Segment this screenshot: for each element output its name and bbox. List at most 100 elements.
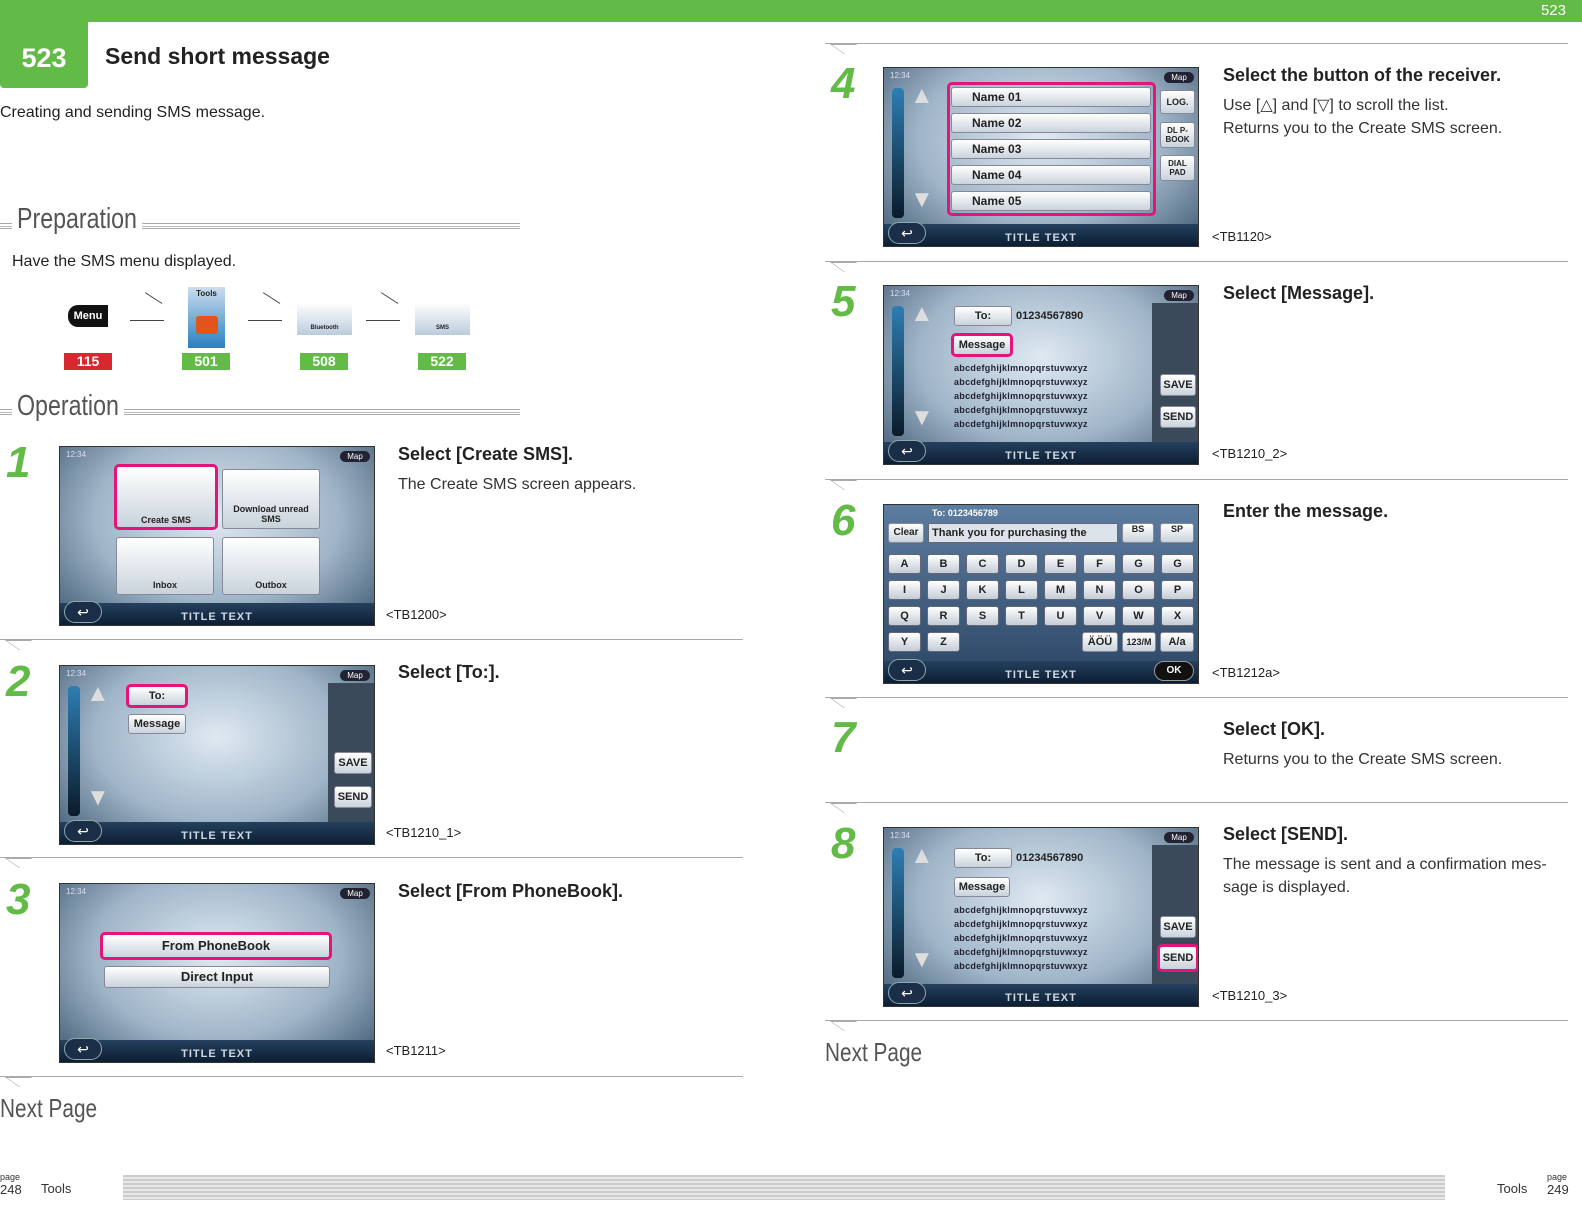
name-item: Name 01	[951, 87, 1151, 107]
message-button: Message	[954, 877, 1010, 897]
top-bar	[0, 0, 1582, 22]
screen-id: <TB1210_3>	[1212, 988, 1288, 1003]
keyboard-key: E	[1044, 554, 1077, 574]
screenshot-tb1212a: To: 0123456789 Clear Thank you for purch…	[883, 504, 1199, 684]
step-number: 5	[831, 277, 856, 326]
divider-notch	[4, 858, 46, 868]
keyboard-key: W	[1122, 606, 1155, 626]
screen-id: <TB1200>	[386, 607, 447, 622]
section-rule	[0, 409, 12, 415]
divider-notch	[829, 698, 871, 708]
screenshot-tb1210-3: 12:34 Map ▲ ▼ To: 01234567890 Message abcd…	[883, 827, 1199, 1007]
divider-notch	[4, 1077, 46, 1087]
divider	[0, 639, 743, 640]
keyboard-key: O	[1122, 580, 1155, 600]
step-number: 3	[6, 875, 31, 924]
keyboard-key: D	[1005, 554, 1038, 574]
outbox-button: Outbox	[222, 537, 320, 595]
page-title: Send short message	[105, 43, 330, 69]
divider	[825, 43, 1568, 44]
keyboard-key: Z	[927, 632, 960, 652]
step-heading: Enter the message.	[1223, 501, 1389, 521]
keyboard-key: C	[966, 554, 999, 574]
message-line: abcdefghijklmnopqrstuvwxyz	[954, 961, 1088, 971]
footer-left-page: page 248	[0, 1172, 22, 1197]
recipient-label: To: 0123456789	[932, 508, 998, 518]
step-body: Use [△] and [▽] to scroll the list.	[1223, 97, 1449, 114]
section-rule	[142, 223, 520, 229]
divider-notch	[829, 480, 871, 490]
message-line: abcdefghijklmnopqrstuvwxyz	[954, 919, 1088, 929]
keyboard-key: K	[966, 580, 999, 600]
screenshot-tb1210-2: 12:34 Map ▲ ▼ To: 01234567890 Message abcd…	[883, 285, 1199, 465]
divider	[825, 1020, 1568, 1021]
keyboard-key: M	[1044, 580, 1077, 600]
send-button: SEND	[1160, 406, 1196, 428]
section-rule	[124, 409, 520, 415]
chapter-badge: 523	[0, 22, 88, 88]
page-label: page	[0, 1172, 21, 1182]
divider	[0, 1076, 743, 1077]
step-body: sage is displayed.	[1223, 879, 1351, 896]
keyboard-key: L	[1005, 580, 1038, 600]
page-number: 249	[1547, 1182, 1569, 1197]
page-number: 248	[0, 1182, 22, 1197]
clock: 12:34	[890, 71, 911, 80]
screen-title: TITLE TEXT	[1005, 669, 1077, 681]
step-heading: Select [To:].	[398, 662, 500, 682]
map-button: Map	[340, 670, 370, 681]
screen-id: <TB1210_2>	[1212, 446, 1288, 461]
tools-icon-label: Tools	[196, 289, 217, 298]
keyboard-key: Y	[888, 632, 921, 652]
ref-badge: 508	[300, 353, 348, 370]
download-unread-sms-button: Download unread SMS	[222, 469, 320, 529]
section-rule	[0, 223, 12, 229]
step-heading: Select [SEND].	[1223, 824, 1349, 844]
message-line: abcdefghijklmnopqrstuvwxyz	[954, 405, 1088, 415]
arrow-icon	[366, 305, 400, 321]
name-item: Name 03	[951, 139, 1151, 159]
clock: 12:34	[66, 669, 87, 678]
next-page-link[interactable]: Next Page	[825, 1037, 922, 1068]
sms-icon: SMS	[415, 303, 470, 335]
send-button: SEND	[334, 786, 372, 808]
step-heading: Select the button of the receiver.	[1223, 65, 1502, 85]
map-button: Map	[340, 451, 370, 462]
backspace-button: BS	[1122, 523, 1154, 543]
screen-title: TITLE TEXT	[181, 1048, 253, 1060]
umlaut-button: ÄÖÜ	[1082, 632, 1118, 652]
divider-notch	[829, 1021, 871, 1031]
screen-id: <TB1212a>	[1212, 665, 1280, 680]
step-number: 2	[6, 657, 31, 706]
keyboard-key: Q	[888, 606, 921, 626]
keyboard-key: T	[1005, 606, 1038, 626]
step-heading: Select [Message].	[1223, 283, 1375, 303]
clock: 12:34	[66, 887, 87, 896]
name-item: Name 05	[951, 191, 1151, 211]
step-body: The Create SMS screen appears.	[398, 476, 637, 493]
create-sms-button: Create SMS	[114, 464, 218, 530]
numeric-mode-button: 123/M	[1122, 632, 1156, 652]
clock: 12:34	[890, 831, 911, 840]
save-button: SAVE	[1160, 374, 1196, 396]
to-button: To:	[954, 306, 1012, 326]
lead-text: Creating and sending SMS message.	[0, 104, 266, 121]
divider-notch	[829, 262, 871, 272]
message-line: abcdefghijklmnopqrstuvwxyz	[954, 377, 1088, 387]
keyboard-key: F	[1083, 554, 1116, 574]
map-button: Map	[340, 888, 370, 899]
message-line: abcdefghijklmnopqrstuvwxyz	[954, 947, 1088, 957]
divider	[825, 697, 1568, 698]
divider-notch	[829, 803, 871, 813]
arrow-icon	[130, 305, 164, 321]
screen-id: <TB1210_1>	[386, 825, 462, 840]
recipient-number: 01234567890	[1016, 310, 1084, 322]
screen-id: <TB1120>	[1212, 229, 1272, 244]
footer-bar	[123, 1175, 1445, 1200]
next-page-link[interactable]: Next Page	[0, 1093, 97, 1124]
message-line: abcdefghijklmnopqrstuvwxyz	[954, 933, 1088, 943]
keyboard-key: G	[1122, 554, 1155, 574]
screen-id: <TB1211>	[386, 1043, 446, 1058]
keyboard-key: U	[1044, 606, 1077, 626]
keyboard-key: P	[1161, 580, 1194, 600]
